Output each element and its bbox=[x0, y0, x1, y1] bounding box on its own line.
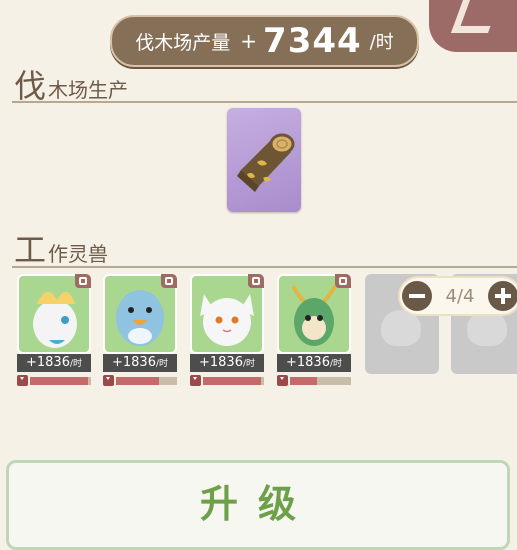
pet-rate-unit: /时 bbox=[69, 359, 83, 369]
pet-time-progress bbox=[103, 375, 177, 386]
upgrade-label: 升级 bbox=[199, 482, 316, 526]
minus-button[interactable] bbox=[402, 281, 432, 311]
pet-rate: +1836/时 bbox=[190, 354, 264, 372]
menu-icon bbox=[450, 0, 501, 33]
worker-pet-card[interactable]: +1836/时 bbox=[17, 274, 91, 388]
lock-icon bbox=[335, 274, 351, 288]
hourglass-icon bbox=[190, 375, 201, 386]
worker-pet-card[interactable]: +1836/时 bbox=[103, 274, 177, 388]
lock-icon bbox=[248, 274, 264, 288]
worker-count: 4/4 bbox=[445, 285, 475, 307]
upgrade-button[interactable]: 升级 bbox=[6, 460, 510, 550]
worker-section-title: 工 作灵兽 bbox=[14, 228, 108, 266]
pet-rate-value: +1836 bbox=[111, 355, 156, 370]
time-fill bbox=[290, 376, 318, 385]
time-fill bbox=[30, 376, 88, 385]
log-icon bbox=[237, 133, 295, 192]
worker-title-first-char: 工 bbox=[14, 231, 47, 269]
worker-title-rest: 作灵兽 bbox=[48, 242, 109, 266]
corner-menu-tab[interactable] bbox=[429, 0, 517, 52]
hourglass-icon bbox=[17, 375, 28, 386]
worker-pet-card[interactable]: +1836/时 bbox=[190, 274, 264, 388]
time-fill bbox=[116, 376, 159, 385]
output-rate-pill: 伐木场产量 + 7344 /时 bbox=[110, 15, 419, 67]
worker-pet-card[interactable]: +1836/时 bbox=[277, 274, 351, 388]
production-section-title: 伐 木场生产 bbox=[14, 64, 128, 102]
lock-icon bbox=[161, 274, 177, 288]
production-title-first-char: 伐 bbox=[14, 67, 47, 105]
output-unit: /时 bbox=[369, 32, 394, 53]
output-label: 伐木场产量 bbox=[135, 31, 231, 54]
pet-time-progress bbox=[17, 375, 91, 386]
production-title-rest: 木场生产 bbox=[48, 78, 129, 102]
pet-time-progress bbox=[190, 375, 264, 386]
section-divider bbox=[12, 101, 517, 103]
worker-counter: 4/4 bbox=[398, 276, 517, 316]
pet-rate-unit: /时 bbox=[155, 359, 169, 369]
pet-rate: +1836/时 bbox=[17, 354, 91, 372]
output-value: 7344 bbox=[263, 21, 362, 61]
wood-resource-card[interactable] bbox=[227, 108, 301, 212]
pet-rate-value: +1836 bbox=[285, 355, 330, 370]
plus-button[interactable] bbox=[488, 281, 517, 311]
output-sign: + bbox=[240, 29, 258, 53]
pet-rate-value: +1836 bbox=[25, 355, 70, 370]
pet-rate-value: +1836 bbox=[198, 355, 243, 370]
pet-rate: +1836/时 bbox=[277, 354, 351, 372]
pet-rate-unit: /时 bbox=[242, 359, 256, 369]
pet-rate-unit: /时 bbox=[329, 359, 343, 369]
section-divider bbox=[12, 266, 517, 268]
pet-rate: +1836/时 bbox=[103, 354, 177, 372]
hourglass-icon bbox=[277, 375, 288, 386]
pet-time-progress bbox=[277, 375, 351, 386]
hourglass-icon bbox=[103, 375, 114, 386]
lock-icon bbox=[75, 274, 91, 288]
time-fill bbox=[203, 376, 261, 385]
